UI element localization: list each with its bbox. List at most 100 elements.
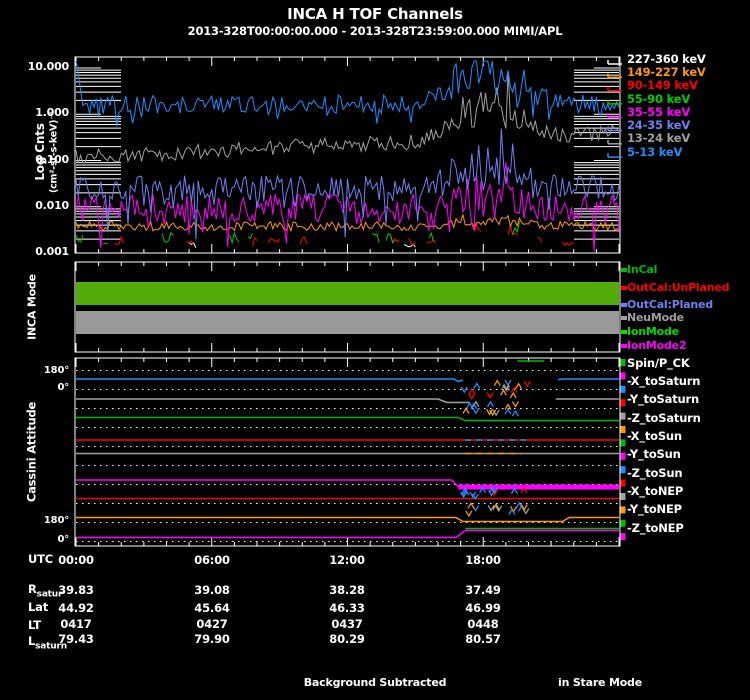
attitude-scatter	[468, 387, 476, 395]
table-cell: 44.92	[58, 601, 94, 615]
attitude-trace--X_toSaturn	[76, 378, 464, 383]
legend-item-13-24kev: 13-24 keV	[627, 131, 691, 145]
attitude-scatter	[523, 380, 531, 388]
attitude-scatter	[460, 386, 468, 394]
footer-background-subtracted: Background Subtracted	[303, 676, 447, 689]
attitude-scatter	[465, 510, 473, 518]
attitude-scatter	[473, 382, 481, 389]
table-cell: 0437	[331, 617, 363, 631]
attitude-axis-color-tick	[620, 412, 626, 420]
row-label-r-saturn: Rsatur	[28, 582, 63, 600]
series-90-149 keV	[537, 236, 543, 243]
attitude-scatter	[486, 392, 494, 399]
attitude-axis-color-tick	[620, 506, 626, 514]
attitude-trace--Z_toNEP	[76, 529, 619, 539]
attitude-scatter	[462, 407, 470, 414]
footer-stare-mode: in Stare Mode	[558, 676, 642, 689]
series-55-90 keV	[428, 231, 434, 242]
mode-y-axis-title: INCA Mode	[25, 274, 39, 340]
legend-item-y-tosaturn: -Y_toSaturn	[627, 392, 699, 406]
attitude-scatter	[499, 389, 508, 396]
series-35-55 keV	[75, 162, 620, 252]
legend-item-y-tosun: -Y_toSun	[627, 447, 681, 461]
table-cell: 38.28	[329, 583, 365, 597]
legend-item-x-tosaturn: -X_toSaturn	[627, 374, 701, 388]
legend-item-90-149kev: 90-149 keV	[627, 78, 698, 92]
attitude-scatter	[511, 401, 520, 408]
table-cell: 45.64	[194, 601, 230, 615]
att-ytick-180-top: 180°	[43, 365, 69, 376]
series-13-24 keV	[75, 70, 620, 164]
attitude-scatter	[468, 393, 476, 400]
table-cell: 06:00	[194, 553, 230, 567]
page-title: INCA H TOF Channels	[287, 5, 463, 23]
legend-item-incal: InCal	[627, 263, 658, 276]
series-90-149 keV	[252, 236, 258, 247]
row-label-lat: Lat	[28, 600, 48, 614]
spectral-y-axis-title: Log Cnts	[33, 123, 47, 181]
legend-item-149-227kev: 149-227 keV	[627, 65, 706, 79]
attitude-scatter	[515, 382, 523, 390]
attitude-axis-color-tick	[620, 519, 626, 527]
attitude-axis-color-tick	[620, 372, 626, 380]
attitude-axis-color-tick	[620, 452, 626, 460]
series-90-149 keV	[426, 239, 437, 244]
legend-item-227-360kev: 227-360 keV	[627, 52, 706, 66]
row-label-lt: LT	[28, 618, 41, 632]
attitude-axis-color-tick	[620, 385, 626, 393]
series-90-149 keV	[562, 241, 575, 247]
table-cell: 37.49	[465, 583, 501, 597]
attitude-trace--X_toSaturn	[557, 378, 619, 381]
att-ytick-0-bot: 0°	[57, 534, 69, 545]
attitude-scatter	[472, 407, 480, 415]
series-55-90 keV	[229, 231, 240, 245]
ytick-0p01: 0.010	[35, 199, 69, 212]
legend-item-z-tonep: -Z_toNEP	[627, 521, 684, 535]
attitude-axis-color-tick	[620, 399, 626, 407]
attitude-scatter	[493, 379, 501, 387]
legend-item-z-tosun: -Z_toSun	[627, 466, 683, 480]
attitude-scatter	[486, 400, 495, 408]
attitude-trace--Y_toNEP	[76, 516, 619, 523]
table-cell: 18:00	[465, 553, 501, 567]
legend-item-spin-pck: Spin/P_CK	[627, 356, 690, 370]
mode-bar-gray-band	[76, 311, 619, 334]
series-55-90 keV	[247, 233, 253, 240]
mode-bar-green-band	[76, 282, 619, 305]
table-cell: 0427	[196, 617, 228, 631]
table-cell: 46.99	[465, 601, 501, 615]
att-ytick-180-bot: 180°	[43, 515, 69, 526]
legend-item-35-55kev: 35-55 keV	[627, 105, 691, 119]
attitude-axis-color-tick	[620, 533, 626, 541]
attitude-axis-color-tick	[620, 426, 626, 433]
series-55-90 keV	[372, 232, 380, 243]
attitude-trace--Z_toSaturn	[76, 416, 619, 422]
attitude-trace--Z_toSun	[76, 479, 459, 488]
att-ytick-0-top: 0°	[57, 382, 69, 393]
attitude-axis-color-tick	[620, 439, 626, 447]
table-cell: 12:00	[329, 553, 365, 567]
table-cell: 80.29	[329, 632, 365, 646]
table-cell: 80.57	[465, 632, 501, 646]
table-cell: 0448	[467, 617, 499, 631]
attitude-scatter	[511, 409, 519, 417]
table-cell: 39.83	[58, 583, 94, 597]
row-label-utc: UTC	[28, 552, 54, 566]
legend-item-55-90kev: 55-90 keV	[627, 92, 691, 106]
attitude-y-axis-title: Cassini Attitude	[24, 401, 39, 503]
attitude-scatter	[487, 504, 495, 512]
legend-item-outcal-planed: OutCal:Planed	[627, 298, 713, 311]
ytick-0p001: 0.001	[35, 245, 69, 258]
series-90-149 keV	[299, 236, 308, 245]
series-90-149 keV	[267, 237, 281, 243]
attitude-scatter	[467, 502, 475, 509]
table-cell: 79.90	[194, 632, 230, 646]
attitude-scatter	[504, 407, 512, 415]
series-55-90 keV	[75, 235, 84, 243]
legend-item-x-tonep: -X_toNEP	[627, 484, 684, 498]
table-cell: 46.33	[329, 601, 365, 615]
attitude-scatter	[520, 504, 528, 511]
page-subtitle: 2013-328T00:00:00.000 - 2013-328T23:59:0…	[187, 24, 563, 38]
series-55-90 keV	[103, 242, 108, 245]
table-cell: 39.08	[194, 583, 230, 597]
